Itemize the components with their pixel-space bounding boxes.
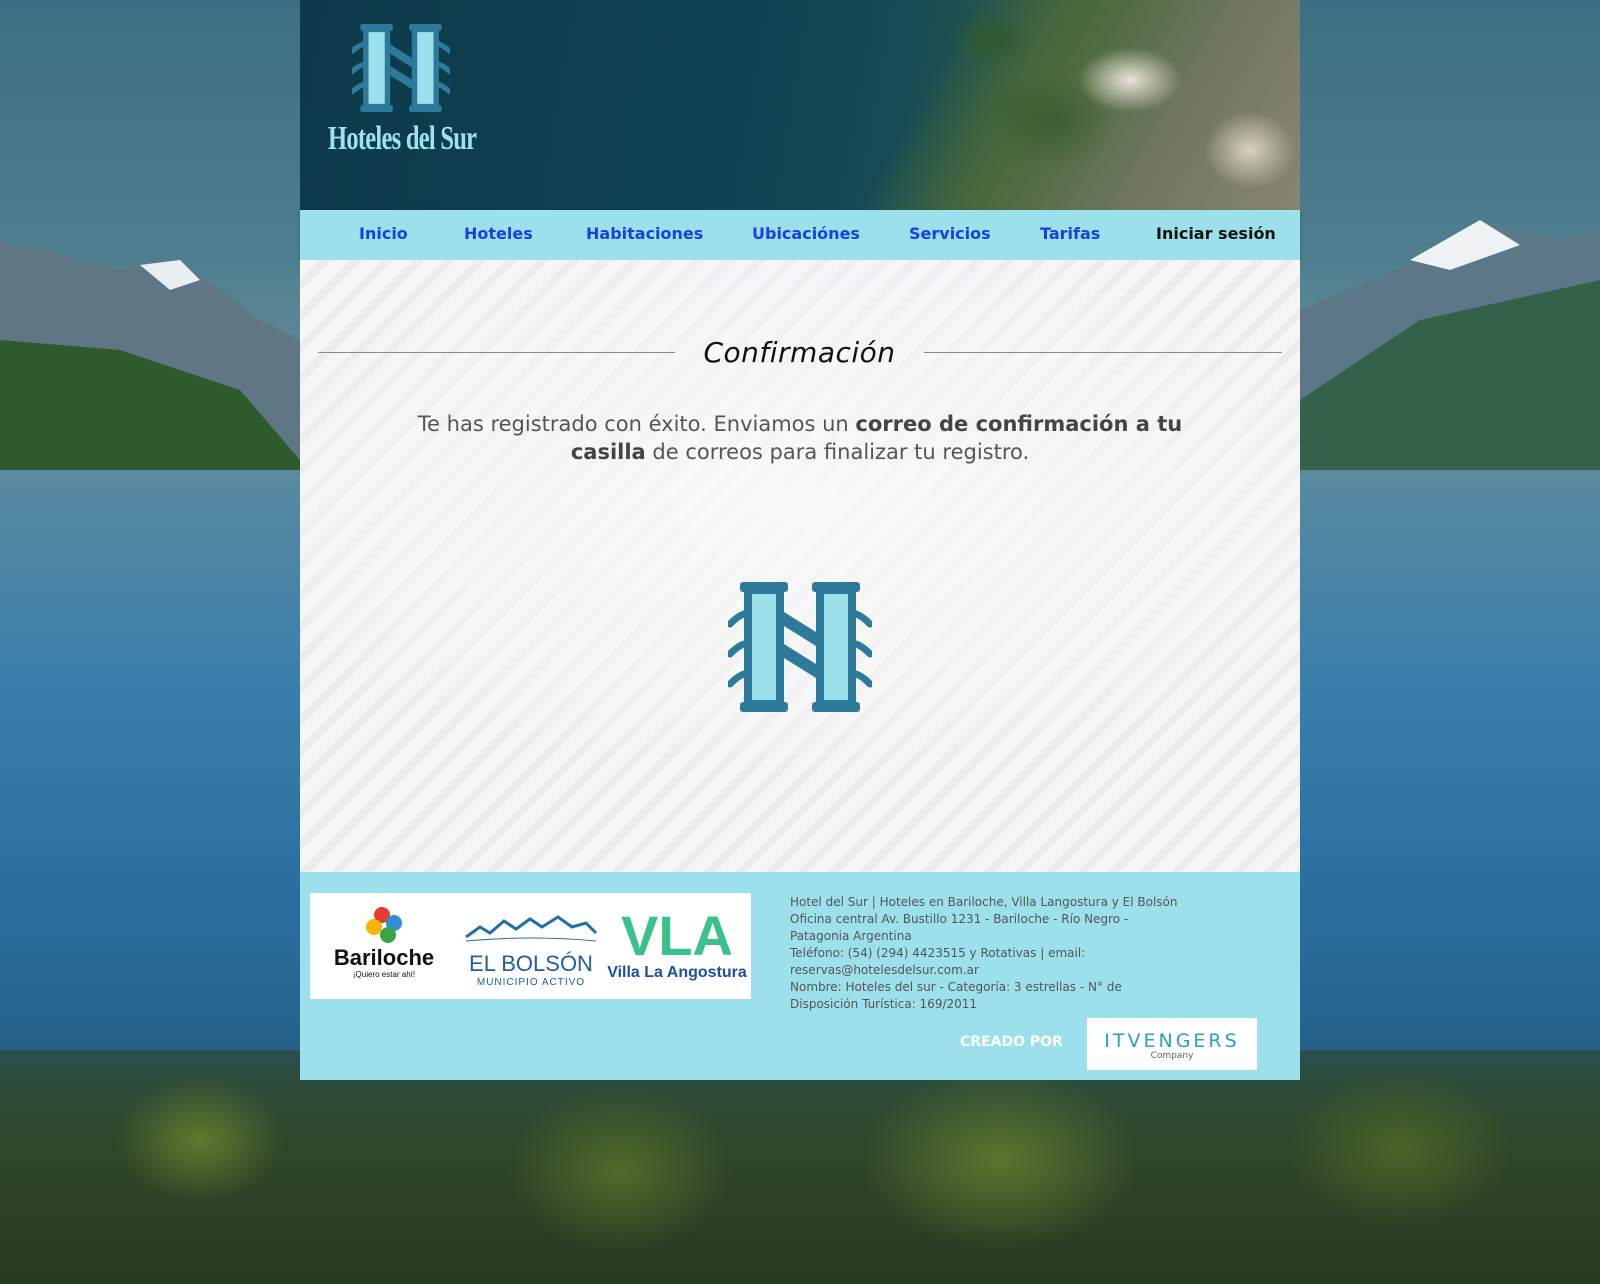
page-container: Hoteles del Sur Inicio Hoteles Habitacio… bbox=[300, 0, 1300, 1080]
info-line-address: Oficina central Av. Bustillo 1231 - Bari… bbox=[790, 912, 1129, 943]
info-line-category: Nombre: Hoteles del sur - Categoría: 3 e… bbox=[790, 980, 1122, 1011]
confirmation-message: Te has registrado con éxito. Enviamos un… bbox=[380, 410, 1220, 466]
title-divider-right bbox=[924, 352, 1282, 353]
hotel-logo-icon bbox=[728, 582, 872, 712]
page-title: Confirmación bbox=[703, 336, 896, 369]
vla-letters: VLA bbox=[621, 904, 733, 967]
contact-info: Hotel del Sur | Hoteles en Bariloche, Vi… bbox=[790, 894, 1190, 1013]
itvengers-name: ITVENGERS bbox=[1104, 1030, 1240, 1052]
hotel-logo-icon bbox=[349, 24, 453, 112]
itvengers-subtitle: Company bbox=[1150, 1051, 1194, 1061]
el-bolson-mark-icon: EL BOLSÓN MUNICIPIO ACTIVO bbox=[465, 915, 598, 988]
itvengers-logo[interactable]: ITVENGERS Company bbox=[1087, 1018, 1257, 1070]
message-text-end: de correos para finalizar tu registro. bbox=[645, 440, 1030, 464]
site-logo[interactable]: Hoteles del Sur bbox=[328, 24, 478, 158]
vla-mark-icon: VLA Villa La Angostura bbox=[607, 904, 747, 981]
vla-name: Villa La Angostura bbox=[607, 964, 747, 981]
footer: Bariloche ¡Quiero estar ahí! EL BOLSÓN M… bbox=[300, 872, 1300, 1080]
header-photo bbox=[830, 0, 1300, 210]
nav-item-servicios[interactable]: Servicios bbox=[909, 224, 991, 243]
nav-item-habitaciones[interactable]: Habitaciones bbox=[586, 224, 703, 243]
brand-name: Hoteles del Sur bbox=[328, 120, 477, 157]
nav-item-hoteles[interactable]: Hoteles bbox=[464, 224, 533, 243]
main-content: Confirmación Te has registrado con éxito… bbox=[300, 260, 1300, 872]
message-text-start: Te has registrado con éxito. Enviamos un bbox=[417, 412, 856, 436]
bariloche-logo[interactable]: Bariloche ¡Quiero estar ahí! bbox=[310, 893, 458, 999]
created-by-label: CREADO POR bbox=[960, 1034, 1063, 1050]
nav-item-login[interactable]: Iniciar sesión bbox=[1156, 224, 1276, 243]
el-bolson-name: EL BOLSÓN bbox=[469, 951, 593, 976]
main-nav: Inicio Hoteles Habitaciones Ubicaciónes … bbox=[300, 210, 1300, 260]
el-bolson-logo[interactable]: EL BOLSÓN MUNICIPIO ACTIVO bbox=[458, 893, 604, 999]
title-divider-left bbox=[318, 352, 675, 353]
partner-logos: Bariloche ¡Quiero estar ahí! EL BOLSÓN M… bbox=[310, 893, 751, 999]
info-line-phone: Teléfono: (54) (294) 4423515 y Rotativas… bbox=[790, 946, 1086, 977]
info-line-hotels: Hotel del Sur | Hoteles en Bariloche, Vi… bbox=[790, 895, 1178, 909]
nav-item-ubicaciones[interactable]: Ubicaciónes bbox=[752, 224, 860, 243]
bariloche-mark-icon: Bariloche ¡Quiero estar ahí! bbox=[334, 907, 434, 979]
villa-la-angostura-logo[interactable]: VLA Villa La Angostura bbox=[604, 893, 751, 999]
header-banner: Hoteles del Sur bbox=[300, 0, 1300, 210]
nav-item-tarifas[interactable]: Tarifas bbox=[1040, 224, 1100, 243]
nav-item-inicio[interactable]: Inicio bbox=[359, 224, 408, 243]
el-bolson-subtitle: MUNICIPIO ACTIVO bbox=[477, 977, 585, 988]
bariloche-name: Bariloche bbox=[334, 945, 434, 970]
bariloche-tagline: ¡Quiero estar ahí! bbox=[353, 970, 415, 979]
